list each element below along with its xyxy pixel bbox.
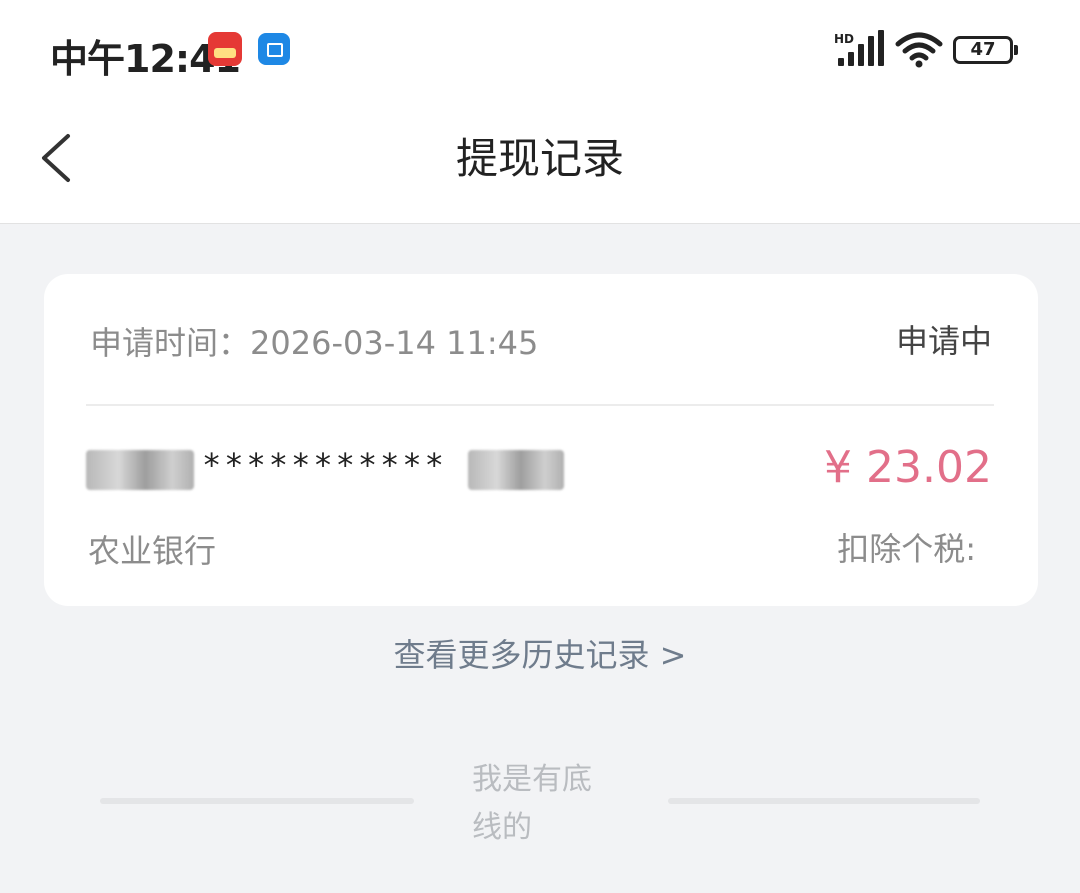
withdrawal-amount: ¥ 23.02 [824, 442, 992, 493]
page-title: 提现记录 [455, 134, 624, 183]
hd-label: HD [834, 32, 855, 46]
end-of-list-text: 我是有底线的 [472, 762, 592, 845]
blue-app-icon [258, 33, 290, 65]
wifi-icon [895, 32, 943, 68]
tax-deduction-label: 扣除个税: [837, 530, 976, 568]
status-bar: 中午12:41 HD 47 [0, 0, 1080, 100]
withdrawal-record-card[interactable]: 申请时间：2026-03-14 11:45 申请中 *********** ¥ … [44, 274, 1038, 606]
screen: 中午12:41 HD 47 提现记录 申请时间：2026-03-14 11:45… [0, 0, 1080, 893]
account-masked-digits: *********** [202, 446, 447, 484]
footer-divider-right [668, 798, 980, 804]
battery-level: 47 [953, 36, 1013, 64]
cellular-signal-icon: HD [834, 30, 884, 70]
redacted-suffix [468, 450, 564, 490]
redacted-prefix [86, 450, 194, 490]
footer-divider-left [100, 798, 414, 804]
shopping-app-icon [208, 32, 242, 66]
status-badge: 申请中 [895, 322, 992, 360]
divider [86, 404, 994, 406]
apply-time: 申请时间：2026-03-14 11:45 [90, 324, 539, 362]
nav-bar: 提现记录 [0, 100, 1080, 224]
bank-name: 农业银行 [88, 532, 217, 570]
battery-icon: 47 [953, 36, 1019, 66]
bank-account-number: *********** [86, 446, 686, 492]
more-history-link[interactable]: 查看更多历史记录 > [0, 630, 1080, 676]
